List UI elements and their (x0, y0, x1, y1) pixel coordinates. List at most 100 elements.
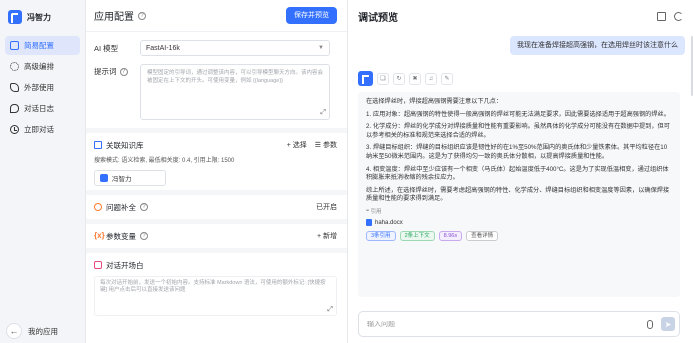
bot-answer-card: 在选择焊丝时，焊接超高强钢需要注意以下几点： 1. 应用对象：超高强钢的特性使得… (358, 92, 680, 297)
chevron-down-icon: ▼ (318, 45, 324, 51)
question-guide-header: 问题补全 ? 已开启 (94, 199, 337, 215)
variables-title: 参数变量 (106, 231, 136, 241)
sidebar-item-advanced[interactable]: 高级编排 (5, 57, 80, 76)
kb-title-group: 关联知识库 (94, 140, 144, 151)
chat-header: 调试预览 (348, 0, 693, 32)
variable-icon: {x} (94, 231, 105, 240)
prompt-label: 提示词 (94, 67, 117, 76)
document-icon[interactable] (657, 11, 666, 21)
prompt-textarea[interactable]: 模型固定的引导词，通过调整该内容，可以引导模型聊天方向。该内容会被固定在上下文的… (140, 64, 330, 120)
send-button[interactable]: ➤ (661, 317, 675, 331)
kb-header: 关联知识库 + 选择 ☰ 参数 (94, 137, 337, 153)
question-guide-title-group: 问题补全 ? (94, 202, 148, 213)
help-icon[interactable]: ? (138, 11, 146, 20)
opening-textarea[interactable]: 每次对话开始前，发送一个初始内容。支持标准 Markdown 语法，可使用的额外… (94, 276, 337, 316)
clock-icon (10, 125, 19, 134)
sidebar-item-label: 对话日志 (24, 104, 54, 113)
help-icon[interactable]: ? (140, 203, 148, 211)
config-title: 应用配置 (94, 12, 134, 23)
context-count-badge[interactable]: 2条上下文 (399, 231, 435, 242)
delete-icon[interactable]: ✖ (409, 72, 421, 85)
answer-summary: 综上所述，在选择焊丝时，需要考虑超高强钢的特性、化学成分、焊缝目标组织和相变温度… (366, 186, 670, 203)
answer-point: 4. 相变温度：焊丝中至少应该有一个相变（马氏体）起始温度低于400°C。这是为… (366, 165, 669, 182)
box-icon (10, 41, 19, 50)
user-message: 我现在准备焊接超高强钢，在选用焊丝时该注意什么 (510, 36, 685, 55)
regenerate-icon[interactable]: ↻ (393, 72, 405, 85)
bot-avatar (358, 71, 373, 86)
help-icon[interactable]: ? (140, 232, 148, 240)
add-variable-button[interactable]: + 新增 (317, 231, 337, 241)
kb-select-button[interactable]: + 选择 (287, 140, 307, 150)
speaker-icon[interactable]: ♫ (425, 72, 437, 85)
opening-title: 对话开场白 (106, 260, 144, 270)
kb-params-button[interactable]: ☰ 参数 (315, 140, 337, 150)
my-apps-label: 我的应用 (28, 326, 58, 336)
save-and-preview-button[interactable]: 保存并预览 (286, 7, 337, 24)
app-root: 冯智力 简易配置 高级编排 外部使用 对话日志 立即对话 ← 我的应用 应用配置… (0, 0, 693, 343)
chat-title: 调试预览 (358, 12, 398, 24)
answer-badges: 3条引用 2条上下文 8.96s 查看详情 (366, 231, 672, 242)
app-logo-icon (8, 10, 22, 24)
puzzle-icon (10, 83, 19, 92)
model-value: FastAI-16k (146, 44, 180, 52)
sidebar-item-label: 外部使用 (24, 83, 54, 92)
citation-file[interactable]: haha.docx (366, 219, 672, 228)
kb-params-label: 参数 (323, 142, 337, 149)
edit-icon[interactable]: ✎ (441, 72, 453, 85)
opening-icon (94, 261, 102, 269)
config-title-group: 应用配置 ? (94, 8, 146, 23)
model-select[interactable]: FastAI-16k ▼ (140, 40, 330, 56)
app-logo: 冯智力 (0, 8, 85, 26)
model-label: AI 模型 (94, 43, 119, 53)
kb-tag[interactable]: 冯智力 (94, 170, 166, 186)
arrow-left-icon[interactable]: ← (6, 323, 22, 339)
citation-label-text: 引用 (370, 208, 382, 215)
prompt-placeholder: 模型固定的引导词，通过调整该内容，可以引导模型聊天方向。该内容会被固定在上下文的… (147, 70, 324, 84)
expand-icon[interactable]: ⤢ (320, 109, 326, 117)
sidebar-item-external[interactable]: 外部使用 (5, 78, 80, 97)
copy-icon[interactable]: ❏ (377, 72, 389, 85)
expand-icon[interactable]: ⤢ (327, 306, 333, 313)
file-icon (366, 219, 372, 227)
answer-intro: 在选择焊丝时，焊接超高强钢需要注意以下几点： (366, 98, 503, 105)
chat-input[interactable] (367, 320, 647, 328)
kb-search-meta: 搜索模式: 语义检索, 最低相关度: 0.4, 引用上限: 1500 (94, 158, 235, 164)
view-details-button[interactable]: 查看详情 (466, 231, 499, 242)
knowledge-base-icon (94, 141, 102, 149)
opening-title-group: 对话开场白 (94, 260, 144, 271)
question-guide-status[interactable]: 已开启 (316, 202, 337, 212)
answer-point: 2. 化学成分：焊丝的化学成分对焊接质量和性能有重要影响。虽然具体的化学成分可能… (366, 123, 670, 139)
help-icon[interactable]: ? (119, 67, 128, 76)
refresh-icon[interactable] (674, 11, 683, 21)
question-guide-icon (94, 203, 102, 211)
sidebar-item-simple-config[interactable]: 简易配置 (5, 36, 80, 55)
model-row: AI 模型 FastAI-16k ▼ (86, 34, 347, 62)
microphone-icon[interactable] (647, 319, 653, 329)
sidebar-item-logs[interactable]: 对话日志 (5, 99, 80, 118)
knowledge-base-section: 关联知识库 + 选择 ☰ 参数 搜索模式: 语义检索, 最低相关度: 0.4, … (86, 133, 347, 190)
citation-label: ❝ 引用 (366, 208, 382, 215)
quote-count-badge[interactable]: 3条引用 (366, 231, 396, 242)
answer-point: 3. 焊缝目标组织：焊缝的目标组织应该是韧性好的在1%至50%范围内的奥氏体和少… (366, 144, 668, 160)
chat-header-actions (657, 11, 683, 21)
question-guide-title: 问题补全 (106, 202, 136, 212)
prompt-label-group: 提示词 ? (94, 64, 140, 77)
sidebar-item-label: 立即对话 (24, 125, 54, 134)
answer-point: 1. 应用对象：超高强钢的特性使得一般高强钢的焊丝可能无法满足要求，因此需要选择… (366, 110, 670, 118)
sliders-icon: ☰ (314, 142, 322, 149)
kb-logo-icon (100, 174, 108, 182)
variables-title-group: {x} 参数变量 ? (94, 231, 148, 242)
sidebar-nav: 简易配置 高级编排 外部使用 对话日志 立即对话 (0, 36, 85, 139)
prompt-row: 提示词 ? 模型固定的引导词，通过调整该内容，可以引导模型聊天方向。该内容会被固… (86, 64, 347, 128)
app-name: 冯智力 (27, 12, 51, 22)
kb-actions: + 选择 ☰ 参数 (287, 140, 337, 150)
gear-icon (10, 62, 19, 71)
chat-panel: 调试预览 我现在准备焊接超高强钢，在选用焊丝时该注意什么 ❏ ↻ ✖ ♫ ✎ 在… (348, 0, 693, 343)
sidebar-item-chat-now[interactable]: 立即对话 (5, 120, 80, 139)
kb-title: 关联知识库 (106, 140, 144, 150)
back-to-apps[interactable]: ← 我的应用 (6, 323, 58, 339)
sidebar-item-label: 高级编排 (24, 62, 54, 71)
chat-icon (10, 104, 19, 113)
sidebar: 冯智力 简易配置 高级编排 外部使用 对话日志 立即对话 ← 我的应用 (0, 0, 86, 343)
kb-tag-label: 冯智力 (112, 176, 132, 183)
